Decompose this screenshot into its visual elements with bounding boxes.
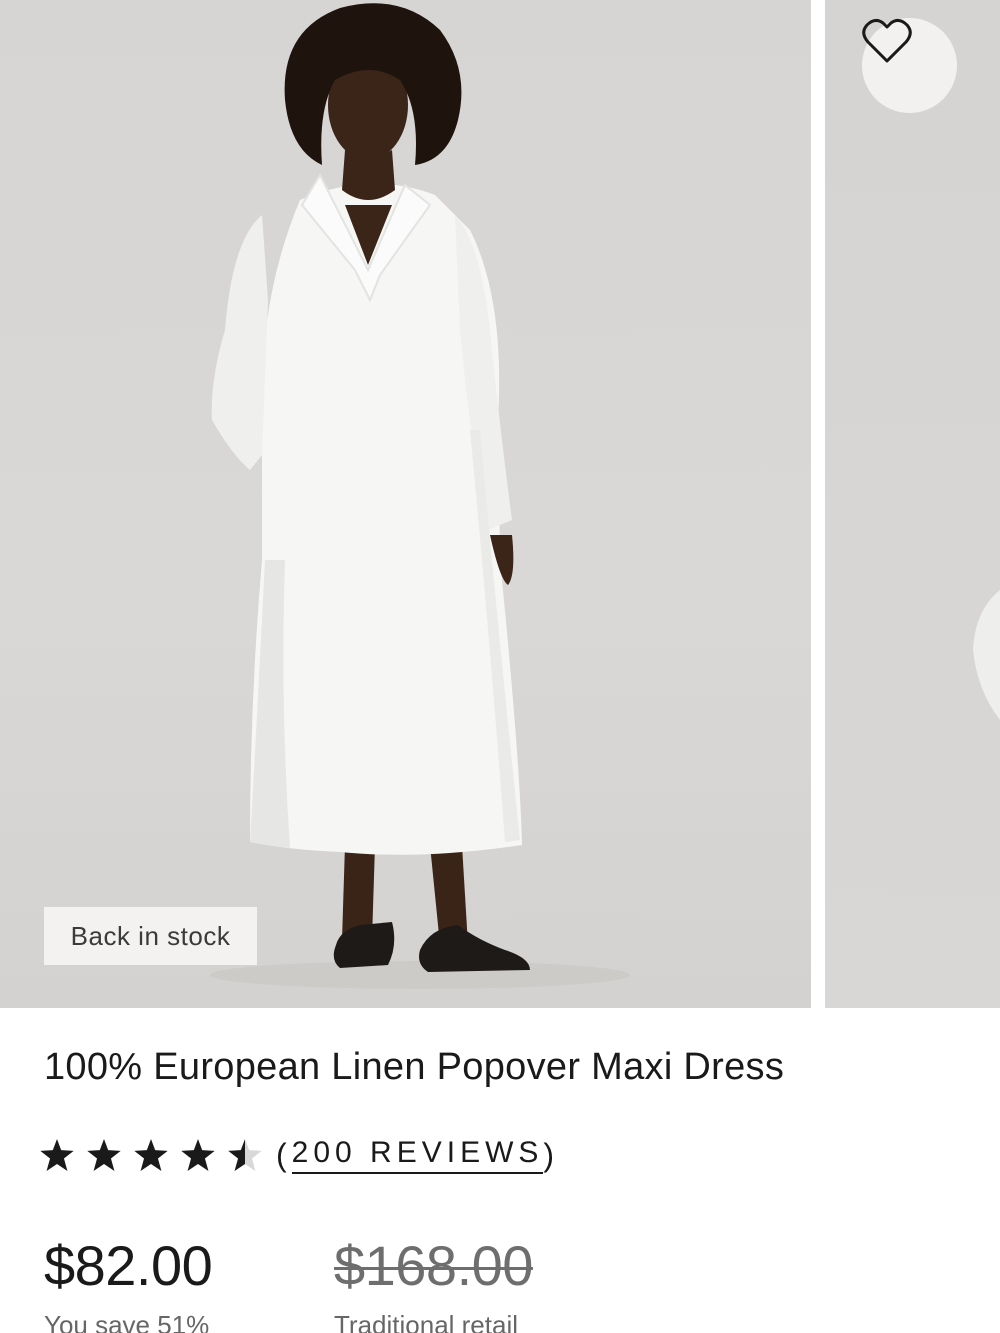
reviews-open-paren: ( <box>276 1136 292 1173</box>
star-full-icon <box>181 1139 215 1171</box>
sale-price-block: $82.00 You save 51% <box>44 1232 213 1333</box>
product-image-gallery[interactable]: Back in stock <box>0 0 1000 1008</box>
reviews-count[interactable]: 200 REVIEWS <box>291 1136 544 1174</box>
retail-price-block: $168.00 Traditional retail <box>334 1232 533 1333</box>
sale-price: $82.00 <box>44 1234 213 1297</box>
reviews-close-paren: ) <box>543 1136 560 1173</box>
product-title: 100% European Linen Popover Maxi Dress <box>44 1046 785 1088</box>
star-full-icon <box>87 1139 121 1171</box>
retail-label: Traditional retail <box>334 1310 519 1333</box>
model-photo <box>210 3 630 989</box>
reviews-link[interactable]: ( 200 REVIEWS ) <box>276 1136 559 1174</box>
next-photo-peek <box>973 590 1000 720</box>
product-page: Back in stock 100% European Linen Popove… <box>0 0 1000 1333</box>
rating-stars <box>40 1139 262 1171</box>
heart-outline-icon <box>862 18 912 63</box>
savings-text: You save 51% <box>44 1310 210 1333</box>
star-full-icon <box>40 1139 74 1171</box>
favorite-button[interactable] <box>862 18 957 113</box>
star-half-icon <box>228 1139 262 1171</box>
star-full-icon <box>134 1139 168 1171</box>
product-image-next[interactable] <box>825 0 1000 1008</box>
back-in-stock-badge: Back in stock <box>44 907 257 965</box>
retail-price: $168.00 <box>334 1234 533 1297</box>
product-rating: ( 200 REVIEWS ) <box>40 1132 559 1178</box>
product-image-main[interactable]: Back in stock <box>0 0 811 1008</box>
